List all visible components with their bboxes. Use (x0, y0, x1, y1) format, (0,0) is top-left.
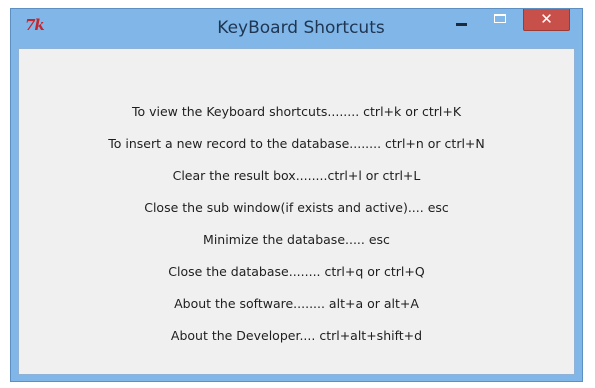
shortcut-line-view-shortcuts: To view the Keyboard shortcuts........ c… (131, 104, 462, 119)
shortcut-line-about-developer: About the Developer.... ctrl+alt+shift+d (170, 328, 423, 343)
shortcut-line-close-database: Close the database........ ctrl+q or ctr… (168, 264, 425, 279)
title-bar[interactable]: 7k KeyBoard Shortcuts ✕ (11, 9, 582, 49)
maximize-icon (494, 14, 506, 23)
shortcuts-window: 7k KeyBoard Shortcuts ✕ To view the Keyb… (10, 8, 583, 382)
window-title: KeyBoard Shortcuts (217, 18, 385, 38)
shortcut-line-close-subwindow: Close the sub window(if exists and activ… (144, 200, 449, 215)
maximize-button[interactable] (487, 9, 513, 31)
shortcut-line-about-software: About the software........ alt+a or alt+… (174, 296, 419, 311)
tk-app-icon[interactable]: 7k (25, 16, 45, 34)
shortcut-line-insert-record: To insert a new record to the database..… (108, 136, 485, 151)
minimize-icon (456, 23, 467, 26)
close-icon: ✕ (540, 10, 553, 28)
shortcut-line-clear-result: Clear the result box........ctrl+l or ct… (172, 168, 421, 183)
shortcut-line-minimize: Minimize the database..... esc (203, 232, 390, 247)
shortcuts-panel: To view the Keyboard shortcuts........ c… (18, 48, 575, 375)
minimize-button[interactable] (448, 9, 475, 31)
close-button[interactable]: ✕ (523, 9, 570, 31)
